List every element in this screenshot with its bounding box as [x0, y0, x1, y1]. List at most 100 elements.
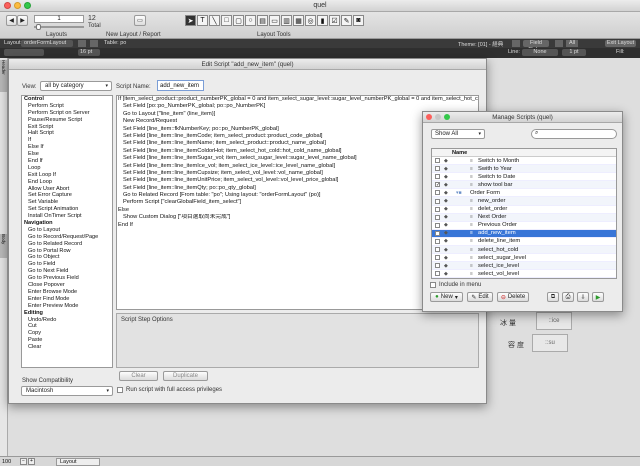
drag-handle-icon[interactable]: ◆ [444, 237, 450, 245]
layout-select[interactable]: orderFormLayout [21, 40, 73, 47]
record-slider[interactable] [34, 26, 84, 28]
drag-handle-icon[interactable]: ◆ [444, 165, 450, 173]
drag-handle-icon[interactable]: ◆ [444, 181, 450, 189]
script-row[interactable]: ◆ ≡ delet_order [432, 206, 616, 214]
script-step-item[interactable]: Clear [22, 344, 112, 351]
menu-checkbox[interactable] [435, 247, 440, 253]
new-script-button[interactable]: ● New ▾ [430, 292, 463, 302]
script-row[interactable]: ◆ ≡ select_ice_level [432, 262, 616, 271]
manage-minimize-button[interactable] [435, 114, 441, 120]
menu-checkbox[interactable] [435, 206, 440, 212]
delete-script-button[interactable]: ⊖ Delete [497, 292, 529, 302]
script-row[interactable]: ◆ ≡ add_new_item [432, 229, 616, 238]
mode-popup[interactable]: Layout [56, 458, 100, 466]
perform-script-icon[interactable]: ▶ [592, 292, 604, 302]
inspector-icon[interactable] [555, 40, 563, 47]
theme-button[interactable] [512, 40, 520, 47]
duplicate-button[interactable]: Duplicate [163, 371, 208, 381]
script-step-item[interactable]: Go to Object [22, 254, 112, 261]
drag-handle-icon[interactable]: ◆ [444, 205, 450, 213]
prev-record-button[interactable]: ◀ [6, 15, 17, 26]
script-row[interactable]: ◆ ≡ select_sugar_level [432, 254, 616, 263]
script-line[interactable]: If [item_select_product::product_numberP… [118, 96, 478, 103]
menu-checkbox[interactable] [435, 190, 440, 196]
script-step-item[interactable]: End Loop [22, 179, 112, 186]
drag-handle-icon[interactable]: ◆ [444, 229, 450, 237]
zoom-out-icon[interactable]: − [20, 458, 27, 465]
clear-button[interactable]: Clear [119, 371, 158, 381]
line-width-select[interactable]: 1 pt [562, 49, 586, 56]
script-step-item[interactable]: Close Popover [22, 282, 112, 289]
ice-field[interactable]: ::ice [536, 312, 572, 330]
menu-checkbox[interactable] [435, 158, 440, 164]
import-script-icon[interactable]: ⇩ [577, 292, 589, 302]
menu-checkbox[interactable] [435, 166, 440, 172]
script-search-input[interactable]: ⌕ [531, 129, 617, 139]
sugar-field[interactable]: ::su [532, 334, 568, 352]
exit-layout-button[interactable]: Exit Layout [605, 40, 636, 47]
script-step-item[interactable]: Go to Portal Row [22, 248, 112, 255]
script-row[interactable]: ◆ ≡ Switch to Month [432, 157, 616, 166]
rectangle-tool-icon[interactable]: □ [221, 15, 232, 26]
oval-tool-icon[interactable]: ○ [245, 15, 256, 26]
filter-select[interactable]: Show All ▾ [431, 129, 485, 139]
line-tool-icon[interactable]: ╲ [209, 15, 220, 26]
zoom-level[interactable]: 100 [2, 459, 11, 465]
print-script-icon[interactable]: ⎙ [562, 292, 574, 302]
menu-checkbox[interactable] [435, 263, 440, 269]
slider-thumb[interactable] [36, 24, 41, 30]
view-select[interactable]: all by category ▾ [40, 81, 112, 91]
script-step-item[interactable]: Go to Record/Request/Page [22, 234, 112, 241]
script-step-item[interactable]: Halt Script [22, 130, 112, 137]
web-viewer-tool-icon[interactable]: ◎ [305, 15, 316, 26]
script-row[interactable]: ◆ ≡ delete_line_item [432, 237, 616, 247]
text-tool-icon[interactable]: T [197, 15, 208, 26]
field-tool-icon[interactable]: ▤ [257, 15, 268, 26]
edit-layout-icon[interactable] [78, 40, 86, 47]
edit-script-button[interactable]: ✎ Edit [467, 292, 493, 302]
script-step-item[interactable]: Undo/Redo [22, 317, 112, 324]
menu-checkbox[interactable] [435, 174, 440, 180]
script-step-item[interactable]: Go to Previous Field [22, 275, 112, 282]
script-step-item[interactable]: Cut [22, 323, 112, 330]
full-access-checkbox[interactable] [117, 387, 123, 393]
checkbox-tool-icon[interactable]: ☑ [329, 15, 340, 26]
compat-select[interactable]: Macintosh ▾ [21, 386, 113, 396]
format-painter-icon[interactable]: ✎ [341, 15, 352, 26]
menu-checkbox[interactable] [435, 255, 440, 261]
line-style-select[interactable]: None [522, 49, 558, 56]
script-step-item[interactable]: Perform Script on Server [22, 110, 112, 117]
script-step-item[interactable]: Paste [22, 337, 112, 344]
drag-handle-icon[interactable]: ◆ [444, 157, 450, 165]
rounded-rect-tool-icon[interactable]: ▢ [233, 15, 244, 26]
script-row[interactable]: ◆ ≡ Previous Order [432, 222, 616, 230]
menu-checkbox[interactable] [435, 238, 440, 244]
drag-handle-icon[interactable]: ◆ [444, 197, 450, 205]
include-menu-checkbox[interactable] [430, 282, 436, 288]
menu-checkbox[interactable] [435, 230, 440, 236]
script-step-item[interactable]: Enter Find Mode [22, 296, 112, 303]
pointer-tool-icon[interactable]: ➤ [185, 15, 196, 26]
drag-handle-icon[interactable]: ◆ [444, 173, 450, 181]
field-picker-button[interactable]: Field Picker [523, 40, 549, 53]
script-step-item[interactable]: If [22, 137, 112, 144]
script-folder-row[interactable]: ◆ ▾■ Order Form [432, 189, 616, 198]
drag-handle-icon[interactable]: ◆ [444, 221, 450, 229]
font-size-select[interactable]: 16 pt [78, 49, 100, 56]
script-step-item[interactable]: Install OnTimer Script [22, 213, 112, 220]
script-row[interactable]: ◆ ≡ Next Order [432, 213, 616, 222]
script-step-item[interactable]: Exit Script [22, 124, 112, 131]
menu-checkbox[interactable] [435, 214, 440, 220]
script-step-item[interactable]: Perform Script [22, 103, 112, 110]
script-row[interactable]: ◆ ≡ Switch to Date [432, 173, 616, 182]
drag-handle-icon[interactable]: ◆ [444, 213, 450, 221]
script-step-item[interactable]: Go to Layout [22, 227, 112, 234]
new-layout-button[interactable]: ▭ [134, 15, 146, 26]
script-step-item[interactable]: Go to Related Record [22, 241, 112, 248]
menu-checkbox[interactable] [435, 271, 440, 277]
minimize-window-button[interactable] [14, 2, 21, 9]
script-step-item[interactable]: Go to Field [22, 261, 112, 268]
menu-checkbox[interactable] [435, 198, 440, 204]
drag-handle-icon[interactable]: ◆ [444, 262, 450, 270]
script-line[interactable]: Set Field [po::po_NumberPK_global; po::p… [118, 103, 478, 110]
